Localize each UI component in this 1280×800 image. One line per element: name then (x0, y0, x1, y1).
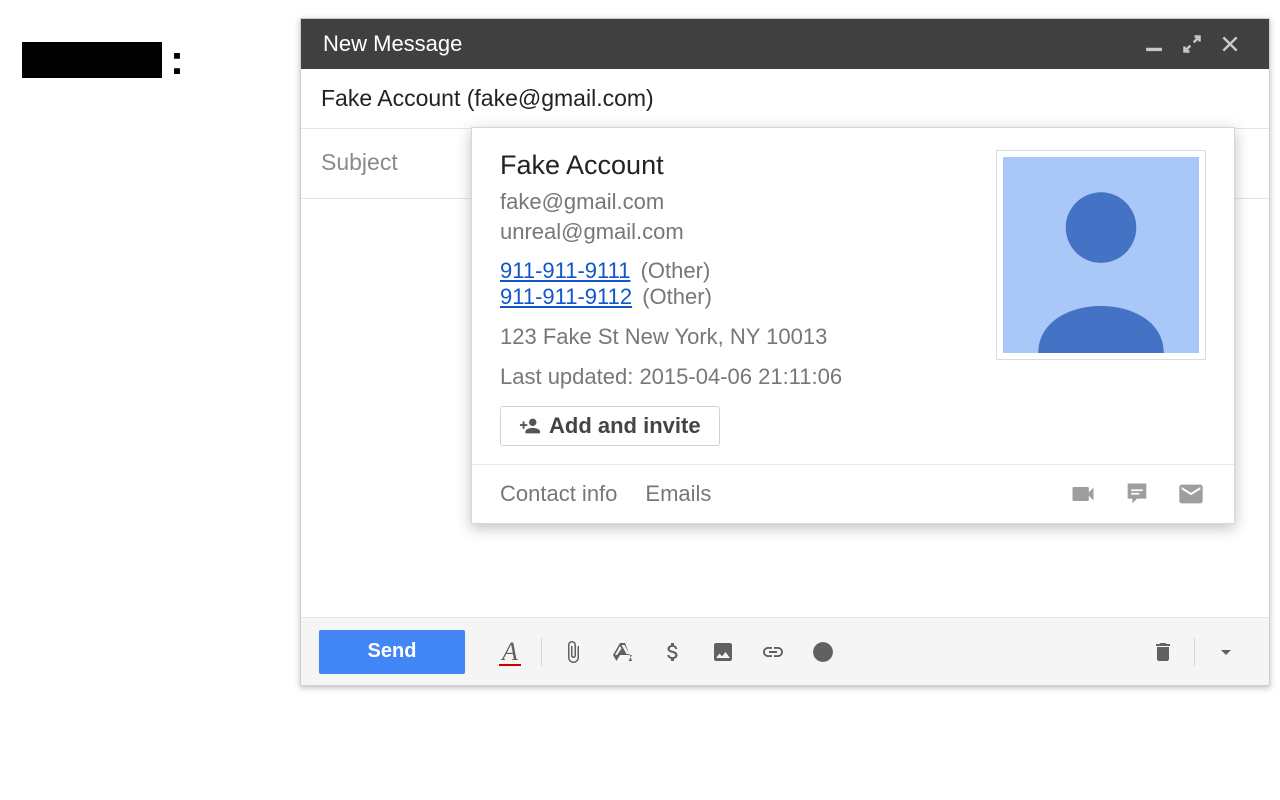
contact-phone-1-type: (Other) (641, 258, 711, 283)
contact-name: Fake Account (500, 150, 976, 181)
minimize-button[interactable] (1137, 27, 1171, 61)
formatting-button[interactable]: A (485, 630, 535, 674)
more-options-button[interactable] (1201, 630, 1251, 674)
send-button[interactable]: Send (319, 630, 465, 674)
contact-card: Fake Account fake@gmail.com unreal@gmail… (471, 127, 1235, 524)
to-display: Fake Account (fake@gmail.com) (321, 85, 654, 111)
contact-info-tab[interactable]: Contact info (500, 481, 617, 507)
emails-tab[interactable]: Emails (645, 481, 711, 507)
chat-button[interactable] (1122, 479, 1152, 509)
paperclip-icon (561, 640, 585, 664)
compose-toolbar: Send A (301, 617, 1269, 685)
close-button[interactable] (1213, 27, 1247, 61)
trash-icon (1151, 640, 1175, 664)
video-call-button[interactable] (1068, 479, 1098, 509)
money-button[interactable] (648, 630, 698, 674)
compose-body[interactable]: Fake Account fake@gmail.com unreal@gmail… (301, 199, 1269, 617)
emoji-icon (811, 640, 835, 664)
video-icon (1069, 480, 1097, 508)
contact-avatar (996, 150, 1206, 360)
redacted-label: : (22, 42, 184, 78)
close-icon (1220, 34, 1240, 54)
contact-phone-2[interactable]: 911-911-9112 (500, 284, 632, 309)
photo-icon (711, 640, 735, 664)
compose-title: New Message (323, 31, 462, 57)
add-and-invite-button[interactable]: Add and invite (500, 406, 720, 446)
mail-icon (1177, 480, 1205, 508)
contact-email-2: unreal@gmail.com (500, 217, 976, 247)
caret-down-icon (1214, 640, 1238, 664)
separator (1194, 638, 1195, 666)
dollar-icon (661, 640, 685, 664)
emoji-button[interactable] (798, 630, 848, 674)
separator (541, 638, 542, 666)
format-icon: A (502, 637, 518, 667)
drive-button[interactable] (598, 630, 648, 674)
minimize-icon (1144, 34, 1164, 54)
chat-icon (1123, 480, 1151, 508)
insert-link-button[interactable] (748, 630, 798, 674)
insert-photo-button[interactable] (698, 630, 748, 674)
to-field[interactable]: Fake Account (fake@gmail.com) (301, 69, 1269, 129)
format-underline (499, 664, 521, 666)
link-icon (761, 640, 785, 664)
compose-window: New Message Fake Account (fake@gmail.com… (300, 18, 1270, 686)
email-button[interactable] (1176, 479, 1206, 509)
add-invite-label: Add and invite (549, 413, 701, 439)
contact-phone-1[interactable]: 911-911-9111 (500, 258, 630, 283)
contact-phone-2-type: (Other) (642, 284, 712, 309)
attach-button[interactable] (548, 630, 598, 674)
drive-icon (611, 640, 635, 664)
redacted-block (22, 42, 162, 78)
compose-titlebar: New Message (301, 19, 1269, 69)
contact-email-1: fake@gmail.com (500, 187, 976, 217)
add-person-icon (519, 415, 541, 437)
discard-button[interactable] (1138, 630, 1188, 674)
expand-button[interactable] (1175, 27, 1209, 61)
contact-last-updated: Last updated: 2015-04-06 21:11:06 (500, 364, 976, 390)
contact-address: 123 Fake St New York, NY 10013 (500, 324, 976, 350)
subject-placeholder: Subject (321, 149, 398, 175)
redacted-colon: : (170, 43, 184, 77)
expand-icon (1182, 34, 1202, 54)
avatar-placeholder-icon (1003, 157, 1199, 353)
